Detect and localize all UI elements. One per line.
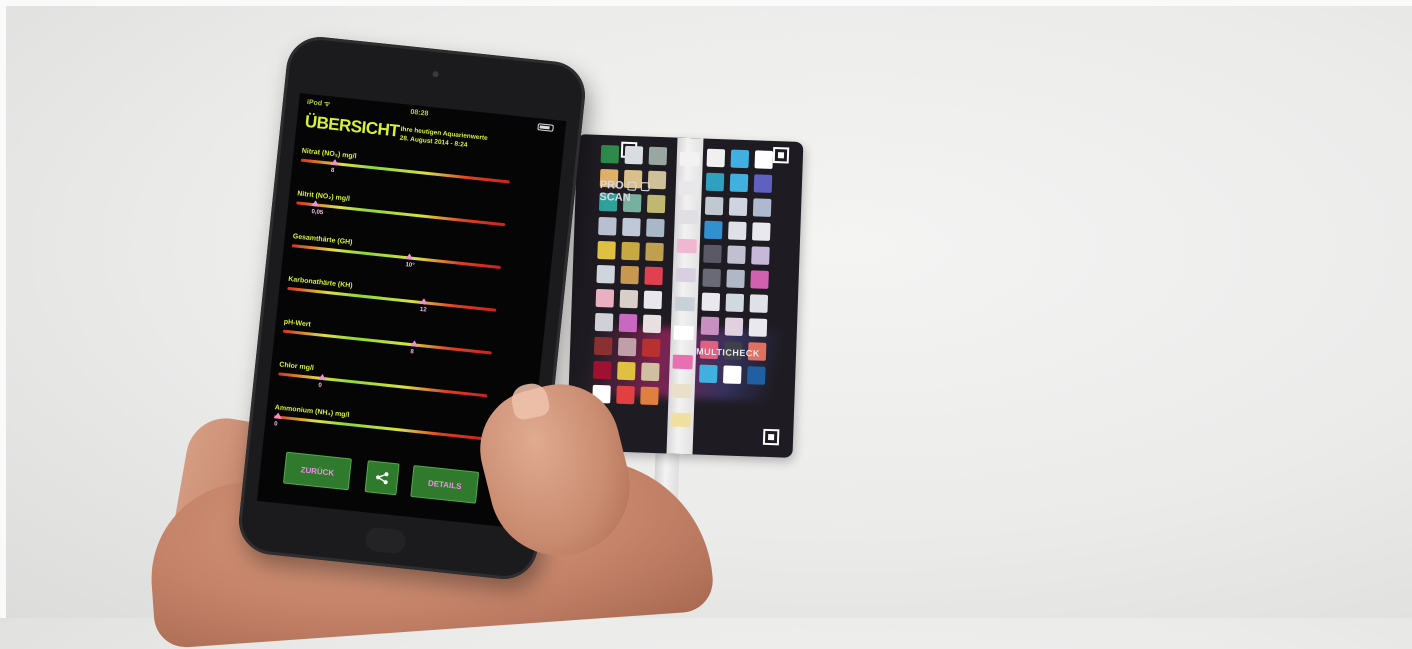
color-swatch xyxy=(598,216,617,236)
parameter-value: 12 xyxy=(419,306,427,314)
color-swatch xyxy=(754,150,774,169)
color-swatch xyxy=(641,338,661,358)
color-swatch xyxy=(648,146,668,166)
strip-pad xyxy=(671,383,692,399)
color-swatch xyxy=(640,386,659,406)
details-button[interactable]: DETAILS xyxy=(410,465,480,504)
color-swatch xyxy=(622,217,641,237)
strip-pad xyxy=(672,354,693,370)
color-swatch xyxy=(600,144,620,164)
color-swatch xyxy=(704,220,723,240)
color-swatch xyxy=(727,221,747,241)
color-swatch xyxy=(619,289,639,309)
color-swatch xyxy=(596,264,616,284)
color-swatch xyxy=(618,313,638,333)
battery-icon xyxy=(537,123,554,132)
color-swatch xyxy=(701,292,721,312)
color-swatch xyxy=(753,174,773,193)
card-corner-marker xyxy=(762,428,780,446)
test-strip xyxy=(666,137,704,457)
color-swatch xyxy=(702,268,721,288)
color-swatch xyxy=(726,269,745,289)
share-button[interactable] xyxy=(364,460,400,496)
strip-pad xyxy=(674,296,695,312)
camera-lens xyxy=(432,70,439,78)
color-swatch xyxy=(705,172,725,192)
strip-pad xyxy=(679,151,701,167)
color-swatch xyxy=(597,240,616,260)
color-swatch xyxy=(730,149,750,169)
parameter-label: pH-Wert xyxy=(283,318,312,329)
clock: 08:28 xyxy=(410,108,429,118)
color-swatch xyxy=(749,294,769,313)
color-swatch xyxy=(746,366,766,385)
parameter-value: 0,05 xyxy=(311,208,324,217)
strip-pad xyxy=(678,180,700,196)
color-swatch xyxy=(624,145,644,165)
color-swatch xyxy=(729,173,749,193)
color-swatch xyxy=(643,290,663,310)
parameter-value: 0 xyxy=(273,421,278,428)
color-swatch xyxy=(700,316,720,336)
parameter-value: 8 xyxy=(410,349,415,356)
color-swatch xyxy=(593,360,612,380)
color-swatch xyxy=(751,246,770,265)
parameter-value: 10° xyxy=(405,262,415,270)
color-swatch xyxy=(617,361,636,381)
color-swatch xyxy=(698,364,718,384)
color-swatch xyxy=(752,198,772,217)
card-brand: SCAN xyxy=(599,190,631,205)
color-swatch xyxy=(617,337,637,357)
back-button[interactable]: ZURÜCK xyxy=(282,451,352,491)
strip-pad xyxy=(670,412,691,428)
parameter-value: 8 xyxy=(330,167,335,175)
color-swatch xyxy=(751,222,771,241)
color-swatch xyxy=(620,265,640,285)
parameter-value: 0 xyxy=(318,382,323,389)
home-button[interactable] xyxy=(364,526,407,555)
color-swatch xyxy=(594,312,614,332)
strip-pad xyxy=(677,209,698,225)
color-swatch xyxy=(646,218,665,238)
color-swatch xyxy=(704,196,724,216)
color-swatch xyxy=(642,314,662,334)
color-swatch xyxy=(646,194,666,214)
color-swatch xyxy=(725,293,745,313)
strip-pad xyxy=(676,238,697,254)
color-swatch xyxy=(706,148,726,168)
color-swatch xyxy=(724,317,744,337)
strip-pad xyxy=(673,325,694,341)
carrier-label: iPod ᯤ xyxy=(306,98,331,109)
color-swatch xyxy=(595,288,615,308)
color-swatch xyxy=(748,318,768,337)
color-swatch xyxy=(593,336,613,356)
color-swatch xyxy=(728,197,748,217)
strip-pad xyxy=(675,267,696,283)
color-swatch xyxy=(616,385,635,405)
color-swatch xyxy=(644,266,663,286)
color-swatch xyxy=(621,241,640,261)
color-swatch xyxy=(703,244,722,264)
color-swatch xyxy=(722,365,742,385)
color-swatch xyxy=(727,245,746,265)
share-icon xyxy=(376,472,389,485)
color-swatch xyxy=(750,270,769,289)
card-corner-marker xyxy=(772,146,790,164)
parameter-label: Nitrat (NO₃) mg/l xyxy=(301,147,357,161)
color-swatch xyxy=(641,362,660,382)
color-swatch xyxy=(645,242,664,262)
